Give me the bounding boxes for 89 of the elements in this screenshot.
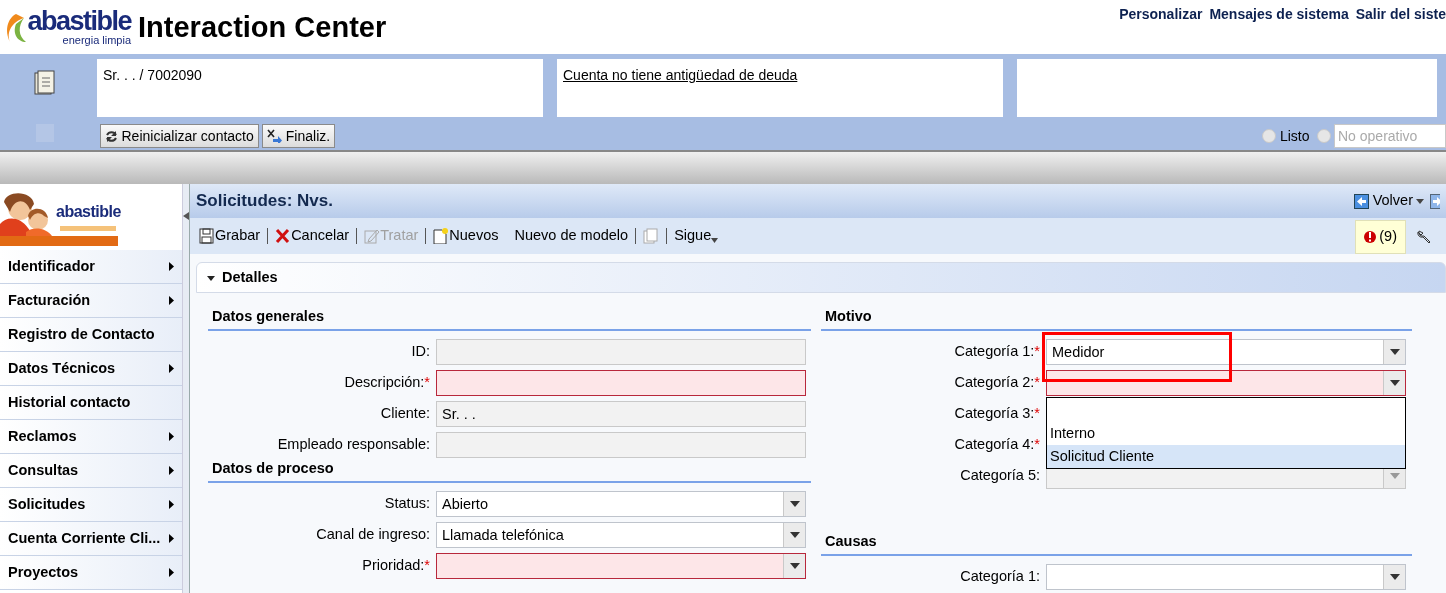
dropdown-field[interactable] [1046, 564, 1406, 590]
template-button[interactable]: Nuevo de modelo [511, 225, 632, 247]
dropdown-arrow-icon [1389, 473, 1400, 480]
field-label: Categoría 5: [960, 466, 1040, 486]
dropdown-field[interactable] [436, 553, 806, 579]
field-label: Empleado responsable: [277, 435, 430, 455]
dropdown-arrow-icon [1389, 574, 1400, 580]
document-icon [34, 70, 56, 96]
input-field: Sr. . . [436, 401, 806, 428]
caret-icon [711, 237, 719, 243]
header-link[interactable]: Salir del siste [1355, 3, 1446, 25]
dropdown-option[interactable]: Interno [1047, 422, 1405, 446]
logo-tagline: energia limpia [62, 35, 132, 46]
field-label: Cliente: [380, 404, 430, 424]
cancel-button[interactable]: Cancelar [272, 225, 353, 247]
input-field[interactable] [436, 370, 806, 397]
cancel-icon [275, 228, 292, 244]
dropdown-arrow-icon [789, 563, 800, 569]
dropdown-field[interactable]: Llamada telefónica [436, 522, 806, 548]
submenu-arrow-icon [169, 296, 174, 305]
reset-button[interactable]: Reinicializar contacto [100, 124, 259, 148]
radio-label: Listo [1279, 126, 1310, 146]
section-heading: Datos generales [208, 305, 811, 331]
dropdown-arrow-icon [1389, 380, 1400, 387]
dropdown-option[interactable]: Solicitud Cliente [1047, 445, 1405, 469]
field-label: Categoría 1:* [954, 342, 1040, 362]
new-button[interactable]: Nuevos [430, 225, 502, 247]
sidebar-item[interactable]: Identificador [0, 250, 182, 284]
submenu-arrow-icon [169, 262, 174, 271]
field-label: Status: [384, 494, 430, 514]
edit-icon [364, 228, 381, 244]
sidebar-item[interactable]: Historial contacto [0, 386, 182, 420]
save-icon [199, 228, 215, 244]
field-label: Categoría 1: [960, 567, 1040, 587]
save-button[interactable]: Grabar [196, 225, 264, 247]
sidebar-item[interactable]: Proyectos [0, 556, 182, 590]
section-heading: Datos de proceso [208, 456, 811, 483]
wrench-icon[interactable] [1416, 228, 1432, 244]
field-label: Prioridad:* [362, 556, 430, 576]
forward-arrow-icon[interactable] [1430, 193, 1440, 209]
x-arrow-icon [267, 129, 283, 143]
new-document-icon [433, 228, 450, 244]
page-title: Solicitudes: Nvs. [196, 190, 333, 213]
section-heading: Motivo [821, 305, 1412, 331]
collapse-arrow-icon[interactable] [183, 212, 189, 220]
panel-header[interactable]: Detalles [196, 262, 1446, 293]
dropdown-arrow-icon [789, 532, 800, 538]
submenu-arrow-icon [169, 500, 174, 509]
dropdown-field[interactable]: Medidor [1046, 339, 1406, 366]
header-link[interactable]: Mensajes de sistema [1209, 3, 1349, 25]
field-label: Categoría 2:* [954, 373, 1040, 393]
dropdown-field[interactable]: Abierto [436, 491, 806, 517]
sidebar-item[interactable]: Solicitudes [0, 488, 182, 522]
back-arrow-icon [1354, 193, 1370, 209]
messages-indicator[interactable]: (9) [1354, 220, 1406, 254]
section-heading: Causas [821, 529, 1412, 556]
submenu-arrow-icon [169, 432, 174, 441]
refresh-icon [105, 129, 118, 143]
dropdown-arrow-icon [789, 501, 800, 507]
sidebar-item[interactable]: Facturación [0, 284, 182, 318]
back-button[interactable]: Volver [1351, 190, 1416, 212]
info-link[interactable]: Cuenta no tiene antigüedad de deuda [563, 67, 798, 83]
logo-text: abastible [27, 8, 132, 35]
logo-text: abastible [56, 203, 121, 220]
field-label: Canal de ingreso: [316, 525, 430, 545]
alert-icon [1363, 229, 1376, 245]
sidebar-item[interactable]: Consultas [0, 454, 182, 488]
caret-icon[interactable] [1416, 198, 1424, 204]
sidebar-item[interactable]: Reclamos [0, 420, 182, 454]
sidebar-item[interactable]: Datos Técnicos [0, 352, 182, 386]
field-label: Descripción:* [344, 373, 430, 393]
app-title: Interaction Center [138, 12, 387, 42]
radio-button[interactable] [1262, 129, 1277, 143]
sidebar-item[interactable]: Registro de Contacto [0, 318, 182, 352]
header-link[interactable]: Personalizar [1119, 3, 1203, 25]
finish-button[interactable]: Finaliz. [262, 124, 336, 148]
field-label: Categoría 3:* [954, 404, 1040, 424]
radio-button[interactable] [1316, 129, 1331, 143]
submenu-arrow-icon [169, 466, 174, 475]
sidebar-item[interactable]: Cuenta Corriente Cli... [0, 522, 182, 556]
dropdown-arrow-icon [1389, 349, 1400, 356]
info-text: Sr. . . / 7002090 [103, 67, 202, 83]
submenu-arrow-icon [169, 364, 174, 373]
more-button[interactable]: Sigue [671, 225, 722, 247]
field-label: ID: [411, 342, 430, 362]
field-label: Categoría 4:* [954, 435, 1040, 455]
copy-icon [643, 228, 660, 244]
submenu-arrow-icon [169, 568, 174, 577]
submenu-arrow-icon [169, 534, 174, 543]
